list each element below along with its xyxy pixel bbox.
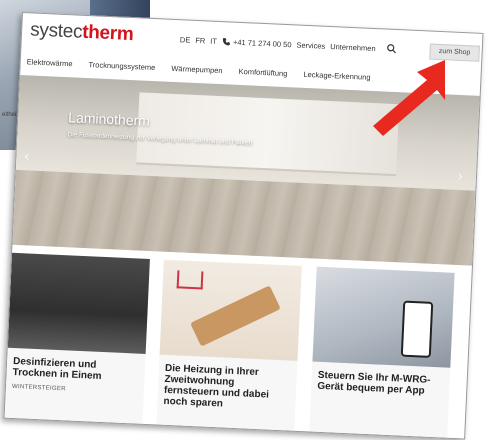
hero-room-image — [136, 92, 400, 177]
nav-komfortlueftung[interactable]: Komfortlüftung — [238, 67, 287, 78]
hero-floor-image — [12, 169, 476, 266]
logo-part-therm: therm — [81, 21, 134, 46]
hero-prev-arrow[interactable]: ‹ — [24, 147, 29, 163]
search-icon[interactable] — [386, 44, 396, 54]
card-title: Die Heizung in Ihrer Zweitwohnung fernst… — [163, 362, 270, 410]
site-logo[interactable]: systectherm — [30, 19, 134, 46]
card-image-heating — [159, 259, 302, 361]
link-services[interactable]: Services — [296, 40, 325, 50]
logo-part-systec: systec — [29, 19, 83, 43]
card-title: Steuern Sie Ihr M-WRG-Gerät bequem per A… — [317, 369, 431, 397]
hero-title: Laminotherm — [67, 109, 151, 129]
teaser-card[interactable]: Desinfizieren und Trocknen in Einem WINT… — [4, 252, 150, 424]
phone-number[interactable]: +41 71 274 00 50 — [233, 37, 292, 49]
nav-waermepumpen[interactable]: Wärmepumpen — [171, 64, 223, 75]
lang-fr[interactable]: FR — [195, 35, 205, 44]
card-image-disinfection — [7, 252, 150, 354]
smartphone-icon — [400, 300, 434, 358]
nav-trocknungssysteme[interactable]: Trocknungssysteme — [88, 60, 155, 72]
teaser-card[interactable]: Die Heizung in Ihrer Zweitwohnung fernst… — [156, 259, 302, 431]
red-arrow-annotation — [373, 60, 445, 136]
teaser-card[interactable]: Steuern Sie Ihr M-WRG-Gerät bequem per A… — [309, 266, 455, 438]
hero-next-arrow[interactable]: › — [458, 167, 463, 183]
lang-de[interactable]: DE — [180, 35, 191, 44]
nav-elektrowaerme[interactable]: Elektrowärme — [27, 57, 73, 68]
teaser-cards: Desinfizieren und Trocknen in Einem WINT… — [4, 252, 472, 439]
nav-leckage-erkennung[interactable]: Leckage-Erkennung — [303, 70, 370, 82]
phone-icon — [223, 37, 231, 45]
house-icon — [176, 270, 204, 290]
link-unternehmen[interactable]: Unternehmen — [330, 42, 376, 53]
utility-bar: DE FR IT +41 71 274 00 50 Services Unter… — [180, 34, 407, 54]
card-title: Desinfizieren und Trocknen in Einem — [12, 355, 102, 382]
lang-it[interactable]: IT — [210, 36, 217, 45]
card-image-app — [312, 266, 455, 368]
card-image-wood — [190, 285, 281, 347]
